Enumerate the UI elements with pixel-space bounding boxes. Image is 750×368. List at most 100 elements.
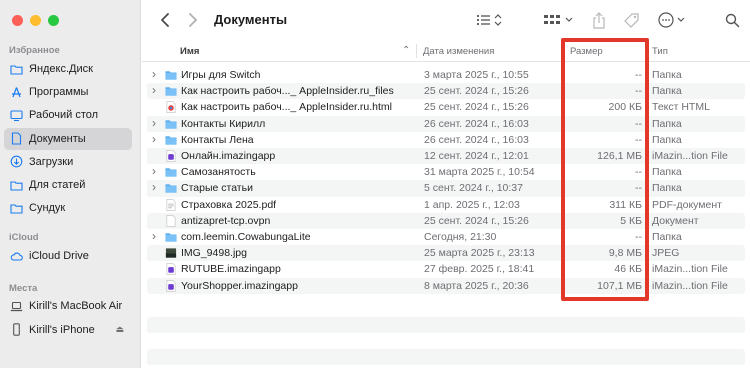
disclosure-chevron-icon[interactable]: ›: [152, 164, 160, 178]
sidebar-item-0[interactable]: iCloud Drive: [4, 245, 132, 267]
file-date: 12 сент. 2024 г., 12:01: [424, 150, 529, 162]
disclosure-chevron-icon[interactable]: ›: [152, 67, 160, 81]
column-name-header[interactable]: Имя: [180, 46, 199, 57]
file-row[interactable]: › Игры для Switch 3 марта 2025 г., 10:55 --…: [147, 67, 745, 83]
sidebar-item-0[interactable]: Kirill's MacBook Air: [4, 295, 132, 317]
sidebar-item-1[interactable]: Kirill's iPhone ⏏: [4, 319, 132, 341]
file-type: Папка: [652, 166, 682, 179]
file-type: Текст HTML: [652, 101, 710, 114]
share-button[interactable]: [591, 11, 607, 29]
sidebar-item-label: Kirill's MacBook Air: [29, 300, 123, 312]
file-row[interactable]: › Самозанятость 31 марта 2025 г., 10:54 -- П…: [147, 164, 745, 180]
disclosure-chevron-icon[interactable]: ›: [152, 132, 160, 146]
apps-icon: [10, 86, 23, 99]
laptop-icon: [10, 300, 23, 313]
sidebar-item-label: Сундук: [29, 202, 66, 215]
action-menu-button[interactable]: [658, 11, 688, 29]
file-row[interactable]: IMG_9498.jpg 25 марта 2025 г., 23:13 9,8 М…: [147, 245, 745, 262]
empty-row: [147, 317, 745, 333]
back-button[interactable]: [156, 11, 174, 29]
search-button[interactable]: [723, 11, 741, 29]
file-row[interactable]: Страховка 2025.pdf 1 апр. 2025 г., 12:03 3…: [147, 197, 745, 213]
column-divider[interactable]: [416, 44, 417, 58]
file-type: Папка: [652, 133, 682, 146]
file-row[interactable]: › Старые статьи 5 сент. 2024 г., 10:37 -- Па…: [147, 180, 745, 197]
file-date: 25 сент. 2024 г., 15:26: [424, 214, 529, 227]
html-icon: [165, 101, 177, 114]
sidebar-section-favorites: Избранное: [9, 45, 60, 56]
finder-window: Избранное Яндекс.Диск Программы Рабочий ст…: [0, 0, 750, 368]
file-name: Контакты Лена: [181, 133, 254, 146]
disclosure-chevron-icon[interactable]: ›: [152, 83, 160, 97]
folder-icon: [10, 63, 23, 76]
size-column-highlight: [561, 38, 649, 301]
file-type: Папка: [652, 182, 682, 195]
file-name: antizapret-tcp.ovpn: [181, 214, 271, 227]
zoom-window-button[interactable]: [48, 15, 59, 26]
file-row[interactable]: › Контакты Кирилл 26 сент. 2024 г., 16:03-…: [147, 115, 745, 132]
file-row[interactable]: RUTUBE.imazingapp 27 февр. 2025 г., 18:41…: [147, 261, 745, 277]
sidebar-item-2[interactable]: Рабочий стол: [4, 104, 132, 126]
iphone-icon: [10, 323, 23, 336]
sidebar: Избранное Яндекс.Диск Программы Рабочий ст…: [0, 0, 141, 368]
tag-icon: [623, 12, 639, 28]
folder-icon: [165, 85, 177, 97]
file-type: PDF-документ: [652, 198, 722, 211]
folder-icon: [165, 231, 177, 243]
group-button[interactable]: [543, 11, 575, 29]
desktop-icon: [10, 109, 23, 122]
chevron-right-icon: [189, 13, 197, 27]
sidebar-item-label: Документы: [29, 132, 86, 145]
file-type: Документ: [652, 214, 699, 227]
file-date: 27 февр. 2025 г., 18:41: [424, 263, 535, 276]
file-name: Самозанятость: [181, 166, 256, 179]
file-row[interactable]: YourShopper.imazingapp 8 марта 2025 г., 2…: [147, 277, 745, 294]
column-type-header[interactable]: Тип: [652, 46, 668, 57]
imazing-icon: [165, 263, 177, 276]
sidebar-item-4[interactable]: Загрузки: [4, 151, 132, 173]
close-window-button[interactable]: [12, 15, 23, 26]
disclosure-chevron-icon[interactable]: ›: [152, 229, 160, 243]
file-type: iMazin...tion File: [652, 279, 728, 292]
file-type: Папка: [652, 117, 682, 130]
disclosure-chevron-icon[interactable]: ›: [152, 180, 160, 194]
empty-row: [147, 349, 745, 365]
eject-icon[interactable]: ⏏: [115, 324, 124, 335]
file-type: Папка: [652, 85, 682, 98]
file-row[interactable]: › com.leemin.CowabungaLite Сегодня, 21:30-…: [147, 229, 745, 245]
file-name: Онлайн.imazingapp: [181, 150, 276, 162]
file-row[interactable]: › Как настроить рабоч..._ AppleInsider.ru…: [147, 83, 745, 100]
file-row[interactable]: Как настроить рабоч..._ AppleInsider.ru.…: [147, 99, 745, 115]
sidebar-item-6[interactable]: Сундук: [4, 197, 132, 219]
sidebar-item-0[interactable]: Яндекс.Диск: [4, 58, 132, 80]
sidebar-item-5[interactable]: Для статей: [4, 174, 132, 196]
sidebar-item-1[interactable]: Программы: [4, 81, 132, 103]
disclosure-chevron-icon[interactable]: ›: [152, 116, 160, 130]
file-name: IMG_9498.jpg: [181, 247, 247, 260]
file-row[interactable]: antizapret-tcp.ovpn 25 сент. 2024 г., 15:…: [147, 212, 745, 229]
minimize-window-button[interactable]: [30, 15, 41, 26]
column-date-header[interactable]: Дата изменения: [423, 46, 494, 57]
file-type: Папка: [652, 69, 682, 81]
forward-button[interactable]: [184, 11, 202, 29]
window-controls: [12, 15, 59, 26]
tag-button[interactable]: [622, 11, 640, 29]
file-row[interactable]: › Контакты Лена 26 сент. 2024 г., 16:03 -- П…: [147, 132, 745, 148]
folder-icon: [10, 179, 23, 192]
file-type: iMazin...tion File: [652, 263, 728, 276]
sidebar-item-label: Программы: [29, 86, 89, 99]
ellipsis-circle-icon: [658, 12, 685, 28]
pdf-icon: [165, 198, 177, 211]
column-header: Имя ⌃ Дата изменения Размер Тип: [142, 40, 750, 62]
image-icon: [165, 247, 177, 259]
file-date: 1 апр. 2025 г., 12:03: [424, 198, 520, 211]
list-view-button[interactable]: [476, 11, 504, 29]
folder-icon: [165, 69, 177, 81]
file-date: 8 марта 2025 г., 20:36: [424, 279, 529, 292]
sidebar-item-3[interactable]: Документы: [4, 127, 132, 150]
grid-icon: [544, 15, 573, 24]
file-date: 25 сент. 2024 г., 15:26: [424, 101, 529, 114]
file-type: iMazin...tion File: [652, 150, 728, 162]
file-name: RUTUBE.imazingapp: [181, 263, 281, 276]
file-row[interactable]: Онлайн.imazingapp 12 сент. 2024 г., 12:01…: [147, 148, 745, 165]
